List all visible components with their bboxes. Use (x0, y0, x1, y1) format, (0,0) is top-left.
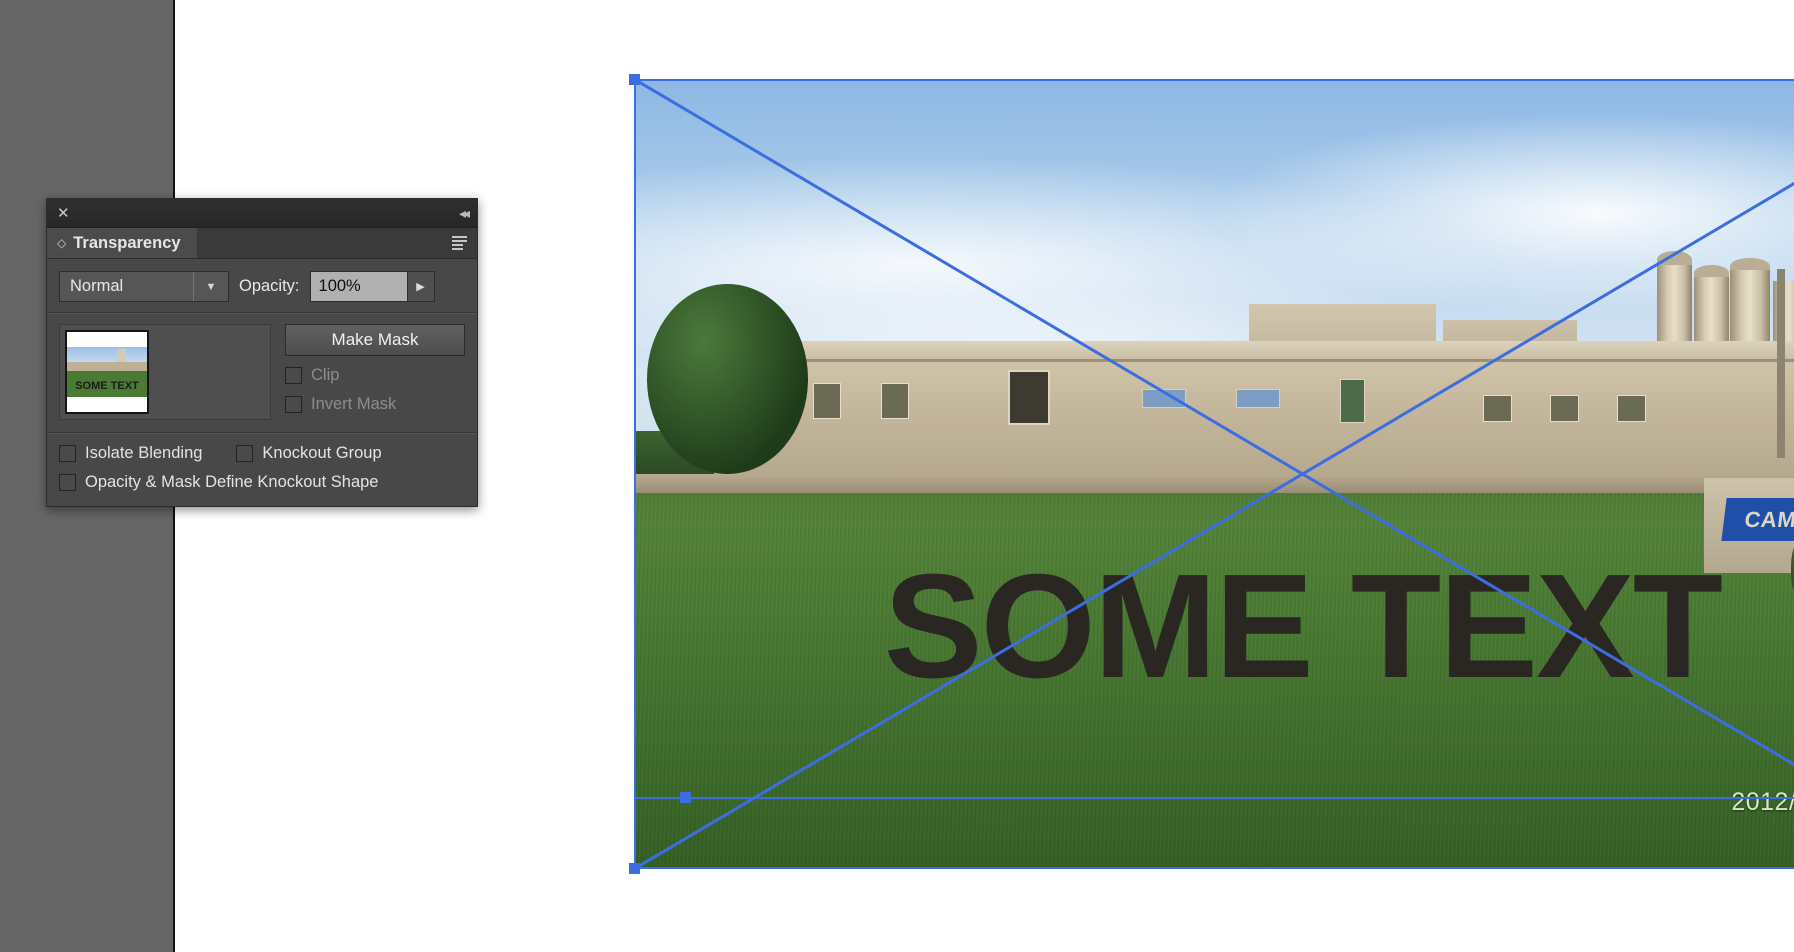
panel-tab-row[interactable]: ◇ Transparency (47, 228, 477, 259)
selection-handle-bottom-left[interactable] (629, 863, 640, 874)
blend-options-row: Isolate Blending Knockout Group Opacity … (47, 434, 477, 506)
blend-opacity-row: Normal ▼ Opacity: 100% ▶ (47, 259, 477, 312)
opacity-label: Opacity: (239, 277, 300, 295)
window (813, 383, 842, 420)
close-icon[interactable]: ✕ (57, 206, 70, 221)
window (1482, 395, 1513, 422)
window (1549, 395, 1580, 422)
isolate-blending-label: Isolate Blending (85, 444, 203, 462)
knockout-group-label: Knockout Group (262, 444, 382, 462)
mask-row: SOME TEXT Make Mask Clip Invert Mask (47, 314, 477, 432)
window-blue (1235, 389, 1280, 409)
blend-mode-value: Normal (70, 277, 124, 295)
artwork-headline[interactable]: SOME TEXT (634, 553, 1794, 701)
text-frame-handle[interactable] (680, 792, 691, 803)
tab-transparency[interactable]: ◇ Transparency (47, 228, 197, 258)
window (881, 383, 910, 420)
checkbox-row-knockout-shape[interactable]: Opacity & Mask Define Knockout Shape (59, 473, 465, 492)
thumbnail-building (67, 362, 147, 372)
chevron-down-icon[interactable]: ▼ (193, 272, 228, 301)
checkbox-row-invert-mask[interactable]: Invert Mask (285, 395, 465, 414)
placed-image[interactable]: CAMCO SOME TEXT 2012/08/29 11 : 13 (634, 79, 1794, 869)
panel-title-bar[interactable]: ✕ ◂◂ (47, 199, 477, 228)
clip-label: Clip (311, 366, 340, 384)
window (1616, 395, 1647, 422)
mask-controls: Make Mask Clip Invert Mask (285, 324, 465, 420)
window-blue (1142, 389, 1187, 409)
knockout-group-checkbox[interactable] (236, 445, 254, 462)
knockout-shape-checkbox[interactable] (59, 474, 76, 491)
transparency-panel[interactable]: ✕ ◂◂ ◇ Transparency Normal ▼ Opacity: 10… (46, 198, 478, 507)
entry-door (1008, 369, 1050, 426)
double-chevron-left-icon[interactable]: ◂◂ (459, 205, 470, 222)
checkbox-row-clip[interactable]: Clip (285, 366, 465, 385)
thumbnail-well[interactable]: SOME TEXT (59, 324, 271, 420)
blend-mode-select[interactable]: Normal ▼ (59, 271, 229, 302)
side-door (1339, 379, 1366, 424)
application-window: CAMCO SOME TEXT 2012/08/29 11 : 13 (0, 0, 1794, 952)
opacity-control[interactable]: 100% ▶ (309, 271, 435, 302)
thumbnail-headline: SOME TEXT (75, 380, 139, 392)
invert-mask-checkbox[interactable] (285, 396, 302, 413)
panel-title: Transparency (73, 233, 181, 252)
camco-sign-plate: CAMCO (1720, 497, 1794, 542)
diamond-icon: ◇ (57, 236, 67, 250)
checkbox-row-knockout-group[interactable]: Knockout Group (236, 444, 382, 463)
camco-sign-label: CAMCO (1742, 506, 1794, 532)
invert-mask-label: Invert Mask (311, 395, 397, 413)
tree-left (647, 284, 808, 474)
text-frame-baseline (634, 797, 1794, 799)
isolate-blending-checkbox[interactable] (59, 445, 76, 462)
panel-tab-filler (197, 228, 477, 258)
clip-checkbox[interactable] (285, 367, 302, 384)
utility-pole (1777, 268, 1786, 459)
photo-timestamp: 2012/08/29 11 : 13 (1731, 788, 1794, 816)
knockout-shape-label: Opacity & Mask Define Knockout Shape (85, 473, 379, 491)
play-right-icon[interactable]: ▶ (406, 272, 434, 301)
blend-options-line-1: Isolate Blending Knockout Group (59, 444, 465, 463)
walkway (634, 474, 1794, 493)
checkbox-row-isolate-blending[interactable]: Isolate Blending (59, 444, 202, 463)
make-mask-button[interactable]: Make Mask (285, 324, 465, 356)
panel-menu-icon[interactable] (452, 236, 467, 250)
opacity-input[interactable]: 100% (310, 272, 407, 301)
object-thumbnail[interactable]: SOME TEXT (65, 330, 149, 414)
selection-handle-top-left[interactable] (629, 74, 640, 85)
